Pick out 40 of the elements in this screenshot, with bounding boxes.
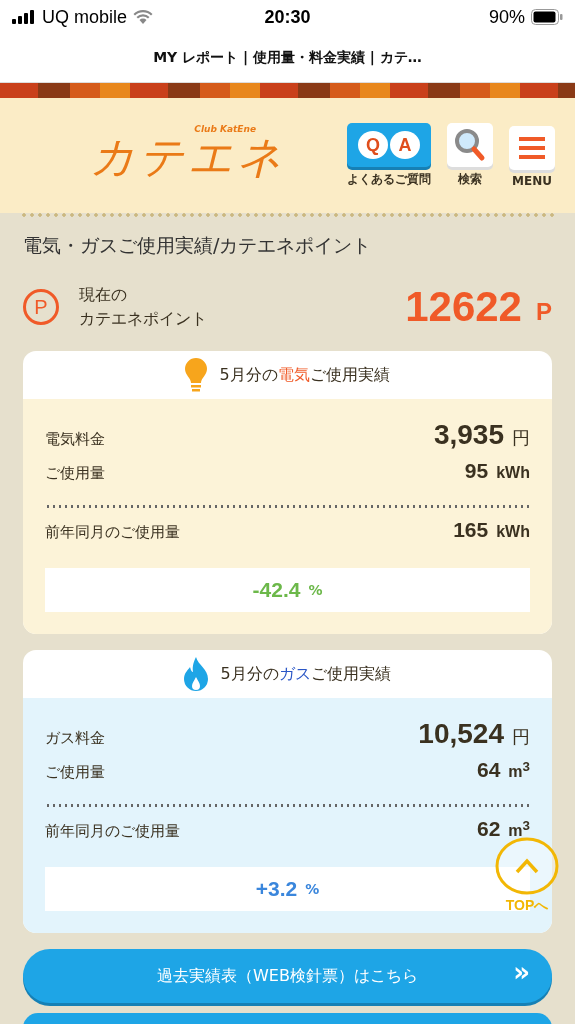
battery-percent: 90% — [488, 6, 525, 28]
row-value: 165 — [453, 518, 489, 542]
light-bulb-icon — [185, 358, 208, 392]
signal-icon — [12, 10, 36, 24]
row-label: ガス料金 — [45, 729, 106, 748]
row-label: ご使用量 — [45, 464, 106, 483]
page-title: MY レポート | 使用量・料金実績 | カテ… — [153, 49, 422, 67]
unit-label: m$^{3}$ — [508, 758, 530, 781]
carrier-name: UQ mobile — [42, 6, 128, 28]
row-label: ご使用量 — [45, 763, 106, 782]
flame-icon — [184, 657, 209, 691]
point-icon: P — [23, 289, 59, 325]
row-value: 10,524 — [418, 718, 504, 750]
search-icon — [454, 128, 486, 162]
point-label: 現在の カテエネポイント — [79, 284, 208, 330]
percent-sign: % — [305, 881, 320, 897]
row-label: 前年同月のご使用量 — [45, 822, 181, 841]
row-value: 64 — [477, 758, 501, 782]
percent-sign: % — [308, 582, 323, 598]
unit-label: kWh — [496, 464, 530, 482]
wifi-icon — [133, 10, 154, 24]
row-value: 95 — [464, 459, 489, 483]
battery-icon — [531, 9, 563, 25]
card-title: 5月分の電気ご使用実績 — [219, 364, 390, 386]
unit-label: 円 — [512, 427, 530, 450]
card-title: 5月分のガス ご使用実績 — [220, 663, 391, 685]
change-value: +3.2 — [255, 877, 298, 901]
clock-time: 20:30 — [264, 6, 311, 28]
point-unit: P — [536, 298, 552, 326]
point-value: 12622 — [405, 283, 522, 331]
section-title: 電気・ガスご使用実績/カテエネポイント — [23, 233, 373, 258]
row-label: 前年同月のご使用量 — [45, 523, 181, 542]
unit-label: m$^{3}$ — [508, 817, 530, 840]
row-label: 電気料金 — [45, 430, 106, 449]
change-value: -42.4 — [252, 578, 301, 602]
unit-label: 円 — [512, 726, 530, 749]
unit-label: kWh — [496, 523, 530, 541]
row-value: 62 — [477, 817, 501, 841]
row-value: 3,935 — [433, 419, 504, 451]
menu-icon — [519, 137, 545, 159]
